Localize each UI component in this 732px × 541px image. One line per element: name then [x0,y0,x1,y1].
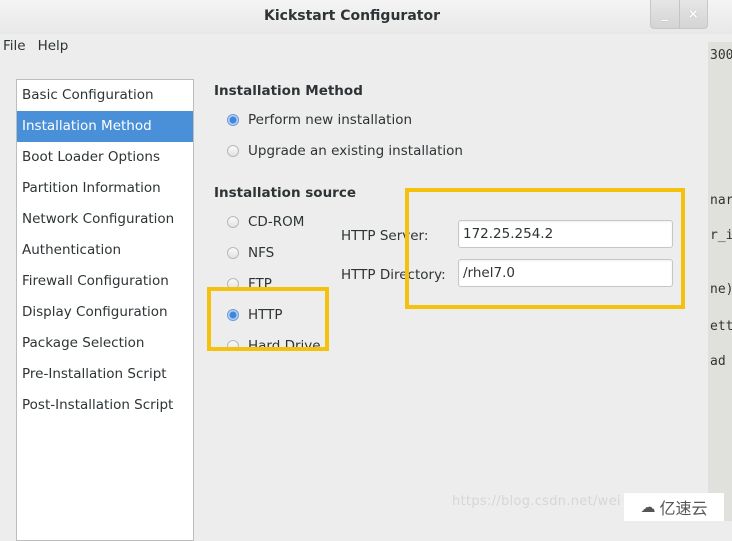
terminal-line: ad [710,354,726,369]
radio-label: Upgrade an existing installation [248,143,463,159]
sidebar-item-firewall-configuration[interactable]: Firewall Configuration [17,266,193,297]
annotation-box-http-fields [405,188,685,309]
radio-unchecked-icon[interactable] [227,247,239,259]
radio-label: CD-ROM [248,214,305,230]
installation-source-heading: Installation source [214,185,357,201]
menu-bar: File Help [0,36,76,58]
watermark-logo-text: 亿速云 [659,499,708,518]
sidebar-item-basic-configuration[interactable]: Basic Configuration [17,80,193,111]
sidebar-item-partition-information[interactable]: Partition Information [17,173,193,204]
sidebar-item-boot-loader-options[interactable]: Boot Loader Options [17,142,193,173]
radio-unchecked-icon[interactable] [227,278,239,290]
terminal-line: ne) [710,282,732,297]
sidebar-item-installation-method[interactable]: Installation Method [17,111,193,142]
sidebar-item-authentication[interactable]: Authentication [17,235,193,266]
terminal-line: ett [710,319,732,334]
http-server-label: HTTP Server: [341,228,429,244]
close-icon: × [687,6,699,22]
radio-label: Perform new installation [248,112,413,128]
clip-mask [214,351,334,371]
installation-method-heading: Installation Method [214,83,363,99]
sidebar-item-display-configuration[interactable]: Display Configuration [17,297,193,328]
watermark-logo: ☁ 亿速云 [624,493,724,521]
sidebar-item-pre-installation-script[interactable]: Pre-Installation Script [17,359,193,390]
sidebar-item-network-configuration[interactable]: Network Configuration [17,204,193,235]
radio-label: HTTP [248,307,283,323]
radio-upgrade-existing-installation[interactable]: Upgrade an existing installation [227,143,463,159]
minimize-icon: _ [661,6,669,22]
sidebar-item-package-selection[interactable]: Package Selection [17,328,193,359]
radio-checked-icon[interactable] [227,114,239,126]
radio-label: NFS [248,245,275,261]
http-server-input[interactable] [458,220,673,248]
radio-cd-rom[interactable]: CD-ROM [227,214,304,230]
terminal-line: r_i [710,228,732,243]
radio-label: FTP [248,276,272,292]
radio-ftp[interactable]: FTP [227,276,272,292]
sidebar-item-post-installation-script[interactable]: Post-Installation Script [17,390,193,421]
sidebar-nav: Basic Configuration Installation Method … [16,79,194,541]
radio-unchecked-icon[interactable] [227,216,239,228]
menu-help[interactable]: Help [34,36,77,58]
window-titlebar: Kickstart Configurator _ × [0,0,732,34]
radio-unchecked-icon[interactable] [227,145,239,157]
http-directory-label: HTTP Directory: [341,267,446,283]
minimize-button[interactable]: _ [651,0,679,28]
watermark-url: https://blog.csdn.net/wei [452,494,621,509]
http-directory-input[interactable] [458,259,673,287]
radio-perform-new-installation[interactable]: Perform new installation [227,112,412,128]
background-terminal-window: 300 nar r_i ne) ett ad [708,42,732,521]
terminal-line: nar [710,193,732,208]
terminal-line: 300 [710,48,732,63]
menu-file[interactable]: File [0,36,34,58]
radio-http[interactable]: HTTP [227,307,283,323]
cloud-logo-icon: ☁ [640,498,656,516]
radio-nfs[interactable]: NFS [227,245,274,261]
window-title: Kickstart Configurator [264,8,440,24]
radio-checked-icon[interactable] [227,309,239,321]
close-button[interactable]: × [678,0,708,28]
window-controls: _ × [650,0,708,29]
